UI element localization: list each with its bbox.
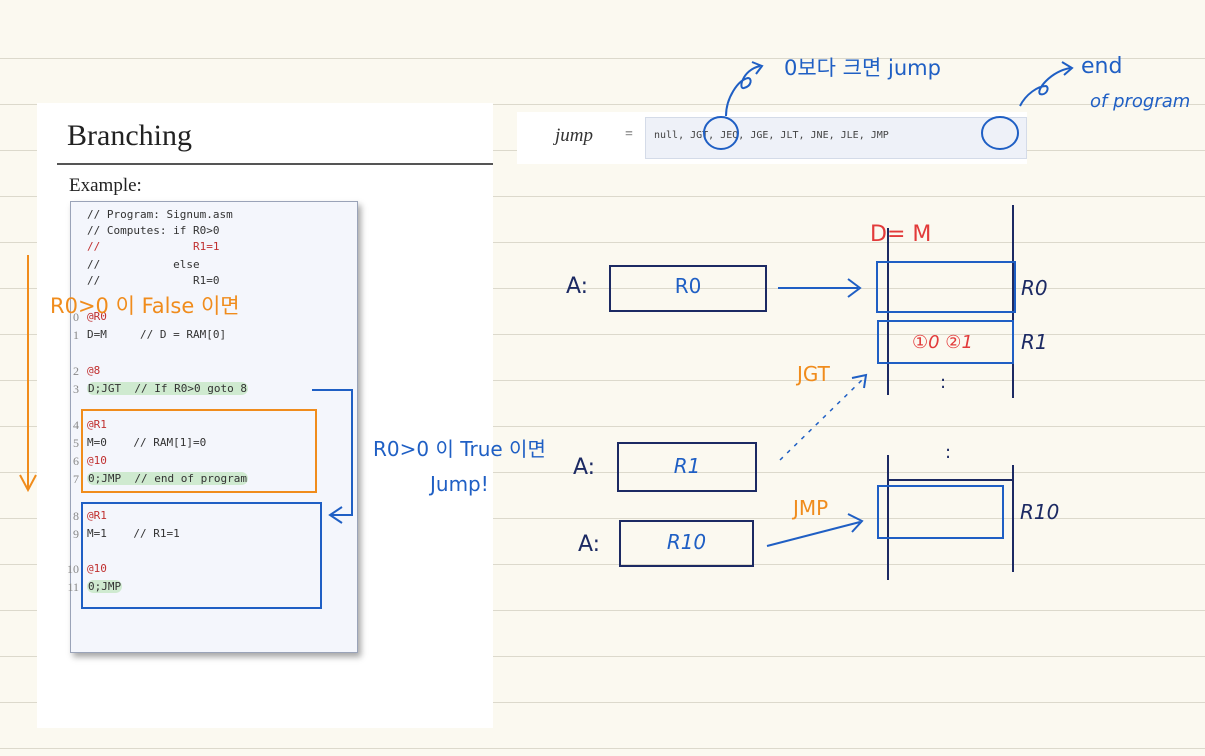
- r1-address-arrow-head: [851, 373, 868, 389]
- memory-cell-r0: [876, 261, 1016, 313]
- handwritten-annotations: [19, 61, 1074, 609]
- false-branch-note: R0>0 이 False 이면: [50, 294, 240, 318]
- ellipsis-dots: :: [940, 372, 947, 393]
- r1-address-arrow: [779, 379, 863, 461]
- d-equals-m-note: D= M: [870, 222, 932, 247]
- memory-cell-r10: [877, 485, 1004, 539]
- a-register-value-r10: R10: [666, 530, 707, 554]
- true-branch-box: [81, 502, 322, 609]
- a-register-value-r0: R0: [674, 274, 702, 298]
- end-note-line2: of program: [1090, 91, 1191, 112]
- jgt-meaning-note: 0보다 크면 jump: [784, 56, 941, 80]
- jmp-note-arrow: [1019, 67, 1071, 107]
- a-label: A:: [566, 274, 589, 299]
- memory-label-r10: R10: [1020, 500, 1060, 524]
- goto-arrow: [312, 389, 353, 516]
- r1-cell-options: ①0 ②1: [912, 332, 973, 353]
- jump-exclaim-note: Jump!: [430, 472, 489, 496]
- jgt-note-arrow: [725, 65, 761, 117]
- jmp-circle: [981, 116, 1019, 150]
- end-note-line1: end: [1081, 54, 1123, 79]
- jgt-label: JGT: [797, 362, 830, 386]
- a-register-value-r1: R1: [673, 454, 701, 478]
- jmp-label: JMP: [793, 496, 829, 520]
- memory-label-r0: R0: [1021, 276, 1048, 300]
- a-label: A:: [573, 455, 596, 480]
- true-branch-note: R0>0 이 True 이면: [373, 437, 546, 461]
- a-label: A:: [578, 532, 601, 557]
- memory-label-r1: R1: [1021, 330, 1048, 354]
- ellipsis-dots: :: [945, 442, 952, 463]
- jgt-circle: [703, 116, 739, 150]
- false-branch-box: [81, 409, 317, 493]
- r10-address-arrow: [766, 521, 861, 547]
